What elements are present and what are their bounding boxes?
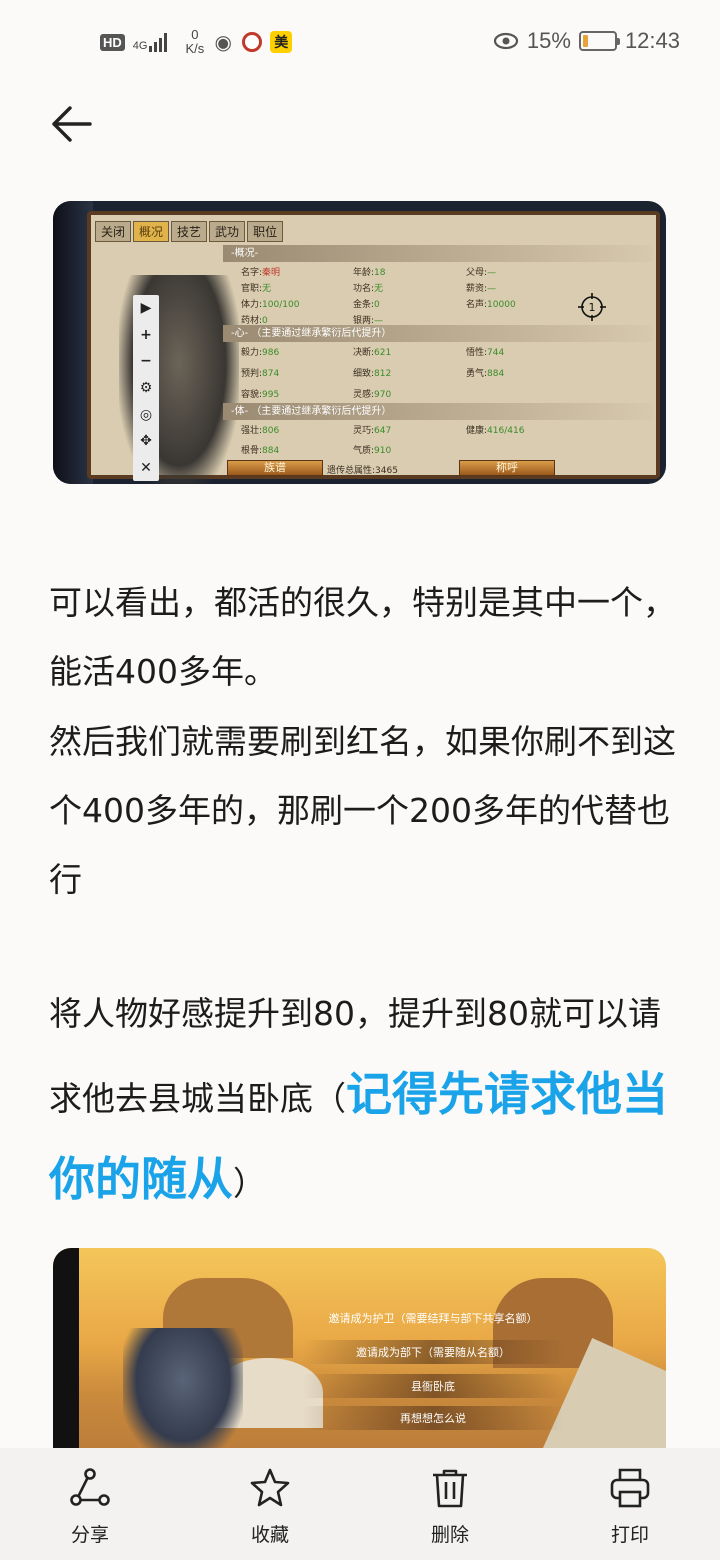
move-icon[interactable]: ✥	[140, 434, 152, 448]
game-tab-overview: 概况	[133, 221, 170, 242]
stat-office: 官职:无	[241, 284, 272, 294]
game-tab-martial: 武功	[209, 221, 246, 242]
stat-insight: 悟性:744	[466, 348, 505, 358]
printer-icon	[610, 1468, 650, 1508]
status-bar: HD 4G 0 K/s ◉ 美 15% 12:43	[0, 0, 720, 84]
stat-merit: 功名:无	[353, 284, 384, 294]
game-tab-close: 关闭	[95, 221, 132, 242]
dialog-option-spy: 县衙卧底	[303, 1374, 563, 1398]
section-body: -体- （主要通过继承繁衍后代提升）	[223, 403, 653, 420]
stat-gold: 金条:0	[353, 300, 380, 310]
battery-percent: 15%	[526, 28, 571, 53]
crosshair-icon[interactable]: 1	[578, 293, 606, 321]
stat-parents: 父母:—	[466, 268, 497, 278]
clan-button: 族谱	[227, 460, 323, 476]
article-paragraph-3: 将人物好感提升到80，提升到80就可以请求他去县城当卧底（记得先请求他当你的随从…	[49, 994, 668, 1206]
favorite-label: 收藏	[250, 1524, 289, 1546]
stat-inspiration: 灵感:970	[353, 390, 392, 400]
old-warrior-portrait	[123, 1328, 243, 1458]
game-tab-skills: 技艺	[171, 221, 208, 242]
meituan-icon: 美	[270, 31, 293, 53]
stat-strong: 强壮:806	[241, 426, 280, 436]
clock: 12:43	[624, 28, 680, 53]
wechat-icon: ◉	[214, 30, 232, 54]
stat-stamina: 体力:100/100	[241, 300, 300, 310]
dialog-option-subordinate: 邀请成为部下（需要随从名额）	[303, 1340, 563, 1364]
status-right: 15% 12:43	[493, 28, 680, 54]
title-button: 称呼	[459, 460, 555, 476]
share-label: 分享	[70, 1524, 109, 1546]
delete-button[interactable]: 删除	[360, 1448, 540, 1560]
close-icon[interactable]: ✕	[140, 461, 152, 475]
stat-fame: 名声:10000	[466, 300, 516, 310]
heritage-total: 遗传总属性:3465	[327, 466, 398, 476]
section-heart: -心- （主要通过继承繁衍后代提升）	[223, 325, 653, 342]
svg-text:1: 1	[589, 301, 596, 314]
stat-careful: 细致:812	[353, 369, 392, 379]
share-icon	[70, 1468, 110, 1506]
dialog-option-guard: 邀请成为护卫（需要结拜与部下共享名额）	[328, 1312, 538, 1325]
network-type: 4G	[132, 40, 148, 52]
stat-salary: 薪资:—	[466, 284, 497, 294]
zoom-out-icon[interactable]: −	[140, 354, 152, 368]
stat-temperament: 气质:910	[353, 446, 392, 456]
battery-fill	[582, 35, 588, 47]
share-button[interactable]: 分享	[0, 1448, 180, 1560]
game-screenshot-status[interactable]: 关闭 概况 技艺 武功 职位 -概况- 名字:秦明 年龄:18 父母:— 官职:…	[53, 201, 666, 484]
play-icon[interactable]: ▶	[141, 301, 152, 315]
hide-icon[interactable]: ◎	[140, 408, 152, 422]
stat-appearance: 容貌:995	[241, 390, 280, 400]
delete-label: 删除	[430, 1524, 469, 1546]
article-paragraph-2: 然后我们就需要刷到红名，如果你刷不到这个400多年的，那刷一个200多年的代替也…	[49, 722, 676, 899]
hd-badge: HD	[100, 33, 125, 51]
battery-icon	[578, 31, 620, 51]
section-overview: -概况-	[223, 245, 653, 262]
star-icon	[250, 1468, 290, 1507]
favorite-button[interactable]: 收藏	[180, 1448, 360, 1560]
stat-foresight: 预判:874	[241, 369, 280, 379]
settings-icon[interactable]: ⚙	[140, 381, 153, 395]
bank-icon	[242, 32, 263, 52]
stat-health: 健康:416/416	[466, 426, 525, 436]
print-button[interactable]: 打印	[540, 1448, 720, 1560]
article-paragraph-1: 可以看出，都活的很久，特别是其中一个，能活400多年。	[49, 583, 676, 691]
zoom-in-icon[interactable]: +	[140, 328, 152, 342]
floating-toolbar[interactable]: ▶ + − ⚙ ◎ ✥ ✕	[133, 295, 159, 481]
dialog-option-think: 再想想怎么说	[303, 1406, 563, 1430]
character-panel: 关闭 概况 技艺 武功 职位 -概况- 名字:秦明 年龄:18 父母:— 官职:…	[87, 211, 660, 484]
eye-icon	[493, 32, 518, 50]
net-speed: 0 K/s	[185, 27, 205, 56]
signal-icon: 4G	[133, 32, 168, 52]
status-left: HD 4G 0 K/s ◉ 美	[100, 26, 293, 58]
stat-perseverance: 毅力:986	[241, 348, 280, 358]
game-screenshot-dialog[interactable]: 邀请成为护卫（需要结拜与部下共享名额） 邀请成为部下（需要随从名额） 县衙卧底 …	[53, 1248, 666, 1458]
stat-courage: 勇气:884	[466, 369, 505, 379]
screen: HD 4G 0 K/s ◉ 美 15% 12:43 关闭 概况 技艺 武功 职位…	[0, 0, 720, 1560]
stat-bone: 根骨:884	[241, 446, 280, 456]
trash-icon	[433, 1469, 467, 1508]
stat-age: 年龄:18	[353, 268, 386, 278]
game-tabs: 关闭 概况 技艺 武功 职位	[95, 221, 284, 242]
print-label: 打印	[610, 1524, 649, 1546]
back-arrow-icon[interactable]	[48, 100, 96, 148]
game-tab-position: 职位	[247, 221, 284, 242]
bottom-action-bar: 分享 收藏 删除 打印	[0, 1448, 720, 1560]
stat-agile: 灵巧:647	[353, 426, 392, 436]
stat-name: 名字:秦明	[241, 268, 281, 278]
stat-decisive: 决断:621	[353, 348, 392, 358]
